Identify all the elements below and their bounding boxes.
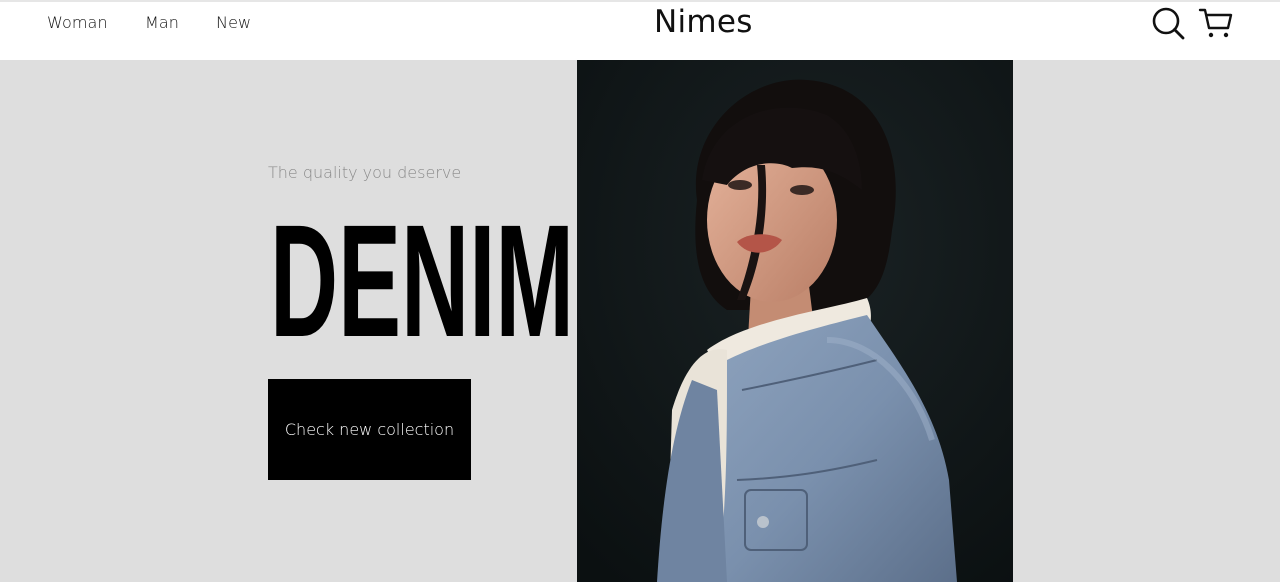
nav-item-man[interactable]: Man <box>145 13 179 32</box>
search-icon[interactable] <box>1151 6 1185 45</box>
site-header: Woman Man New Nimes <box>0 0 1280 60</box>
hero-tagline: The quality you deserve <box>268 163 462 182</box>
check-collection-button[interactable]: Check new collection <box>268 379 471 480</box>
woman-in-denim-jacket-photo <box>577 60 1013 582</box>
nav-item-woman[interactable]: Woman <box>47 13 108 32</box>
hero-headline-text: DENIM <box>270 191 574 370</box>
brand-logo[interactable]: Nimes <box>654 4 753 40</box>
hero-photo <box>577 60 1013 582</box>
nav-item-new[interactable]: New <box>216 13 251 32</box>
hero-headline: DENIM <box>270 191 574 370</box>
cart-icon[interactable] <box>1198 6 1234 45</box>
hero-section: The quality you deserve DENIM Check new … <box>0 60 1280 582</box>
